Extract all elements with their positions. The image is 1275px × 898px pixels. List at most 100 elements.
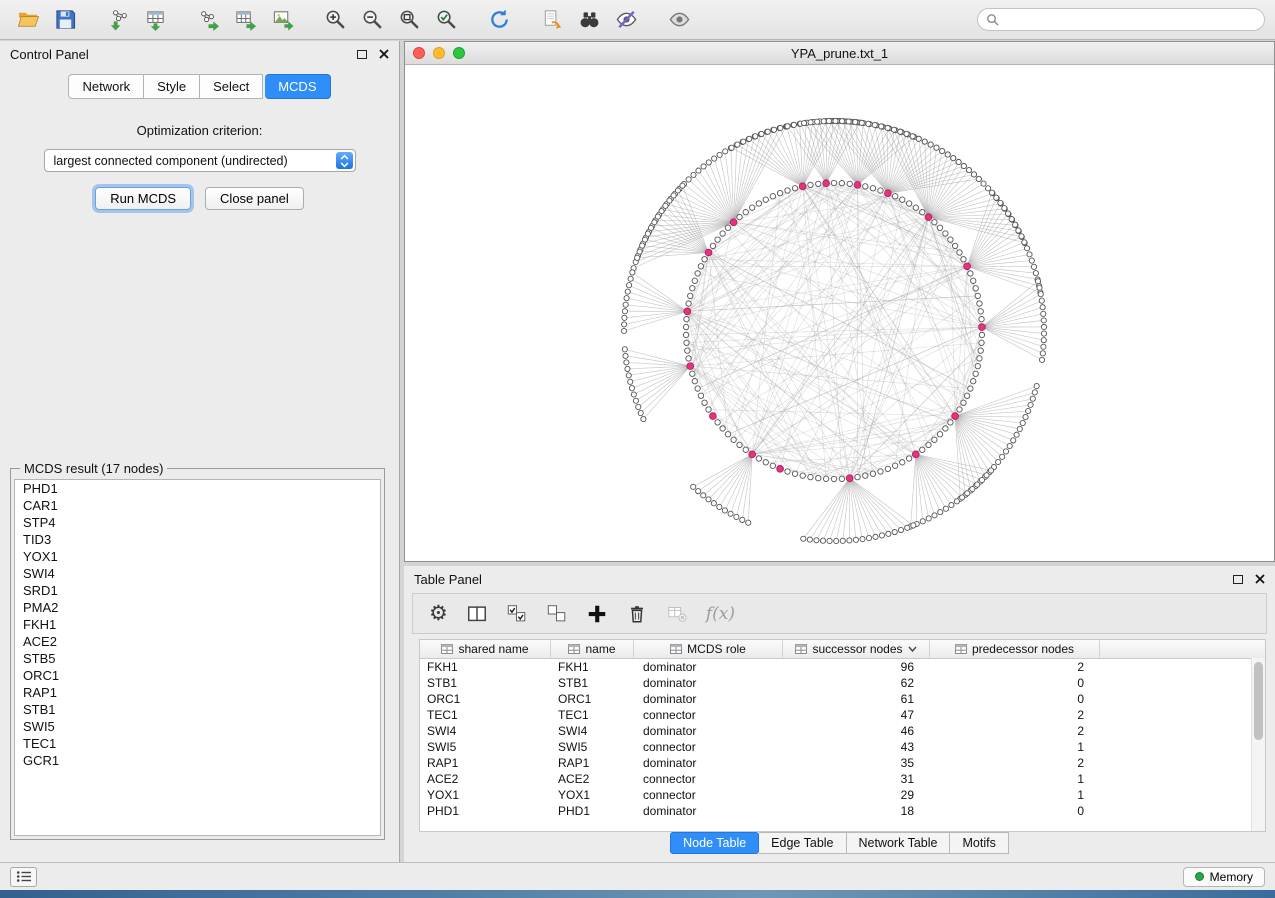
network-node[interactable] [1009, 216, 1014, 221]
network-node[interactable] [792, 186, 797, 191]
network-node[interactable] [831, 476, 836, 481]
network-node[interactable] [961, 400, 966, 405]
network-node[interactable] [683, 332, 688, 337]
network-node[interactable] [1031, 264, 1036, 269]
network-node[interactable] [625, 289, 630, 294]
scrollbar-thumb[interactable] [1254, 662, 1263, 740]
import-table-button[interactable] [137, 4, 174, 36]
mcds-result-item[interactable]: TEC1 [15, 735, 380, 752]
network-node[interactable] [1027, 252, 1032, 257]
network-node[interactable] [943, 231, 948, 236]
network-node[interactable] [698, 393, 703, 398]
export-network-button[interactable] [190, 4, 227, 36]
zoom-in-button[interactable] [317, 4, 354, 36]
network-node[interactable] [1017, 426, 1022, 431]
network-node[interactable] [834, 538, 839, 543]
column-header-predecessor-nodes[interactable]: predecessor nodes [930, 640, 1100, 658]
network-node[interactable] [1005, 211, 1010, 216]
network-node[interactable] [728, 511, 733, 516]
network-node[interactable] [701, 164, 706, 169]
table-row[interactable]: YOX1YOX1connector291 [420, 787, 1265, 803]
network-node[interactable] [808, 182, 813, 187]
network-node[interactable] [1033, 271, 1038, 276]
network-node[interactable] [873, 534, 878, 539]
network-node[interactable] [749, 205, 754, 210]
network-node[interactable] [765, 129, 770, 134]
network-node[interactable] [956, 159, 961, 164]
network-node[interactable] [900, 460, 905, 465]
network-node[interactable] [636, 404, 641, 409]
network-node[interactable] [932, 220, 937, 225]
network-node[interactable] [976, 176, 981, 181]
network-node[interactable] [846, 119, 851, 124]
mcds-result-item[interactable]: ACE2 [15, 633, 380, 650]
network-node[interactable] [696, 168, 701, 173]
network-node[interactable] [913, 205, 918, 210]
network-node[interactable] [951, 156, 956, 161]
network-canvas[interactable] [405, 65, 1274, 562]
network-node[interactable] [957, 407, 962, 412]
dominator-node[interactable] [799, 183, 806, 190]
network-node[interactable] [855, 474, 860, 479]
run-mcds-button[interactable]: Run MCDS [95, 187, 191, 210]
network-node[interactable] [839, 181, 844, 186]
network-node[interactable] [998, 200, 1003, 205]
network-node[interactable] [695, 271, 700, 276]
network-node[interactable] [1000, 454, 1005, 459]
tab-node-table[interactable]: Node Table [670, 832, 759, 854]
network-node[interactable] [622, 315, 627, 320]
network-node[interactable] [1013, 222, 1018, 227]
dominator-node[interactable] [730, 219, 737, 226]
network-node[interactable] [960, 495, 965, 500]
network-node[interactable] [827, 538, 832, 543]
network-node[interactable] [978, 348, 983, 353]
network-node[interactable] [943, 506, 948, 511]
search-field[interactable] [977, 8, 1265, 31]
network-node[interactable] [625, 366, 630, 371]
network-node[interactable] [624, 360, 629, 365]
network-node[interactable] [906, 456, 911, 461]
network-node[interactable] [684, 316, 689, 321]
network-node[interactable] [975, 482, 980, 487]
network-node[interactable] [878, 469, 883, 474]
network-node[interactable] [863, 184, 868, 189]
dominator-node[interactable] [709, 413, 716, 420]
dominator-node[interactable] [749, 451, 756, 458]
network-node[interactable] [965, 491, 970, 496]
network-node[interactable] [878, 188, 883, 193]
network-node[interactable] [628, 379, 633, 384]
network-node[interactable] [968, 386, 973, 391]
mcds-result-item[interactable]: STB1 [15, 701, 380, 718]
mcds-result-item[interactable]: SWI4 [15, 565, 380, 582]
network-node[interactable] [692, 379, 697, 384]
network-node[interactable] [922, 139, 927, 144]
network-node[interactable] [973, 371, 978, 376]
network-node[interactable] [1032, 390, 1037, 395]
network-node[interactable] [741, 139, 746, 144]
network-node[interactable] [934, 145, 939, 150]
zoom-out-button[interactable] [354, 4, 391, 36]
network-node[interactable] [683, 324, 688, 329]
network-node[interactable] [1019, 234, 1024, 239]
network-node[interactable] [648, 225, 653, 230]
network-node[interactable] [623, 353, 628, 358]
dominator-node[interactable] [687, 363, 694, 370]
network-node[interactable] [928, 142, 933, 147]
network-node[interactable] [816, 475, 821, 480]
network-node[interactable] [847, 538, 852, 543]
network-node[interactable] [746, 520, 751, 525]
network-node[interactable] [720, 231, 725, 236]
network-node[interactable] [698, 264, 703, 269]
network-node[interactable] [920, 209, 925, 214]
network-node[interactable] [1026, 408, 1031, 413]
network-node[interactable] [667, 198, 672, 203]
network-node[interactable] [623, 302, 628, 307]
network-node[interactable] [826, 118, 831, 123]
network-node[interactable] [717, 152, 722, 157]
network-node[interactable] [904, 131, 909, 136]
mcds-result-item[interactable]: STP4 [15, 514, 380, 531]
network-node[interactable] [1040, 351, 1045, 356]
criterion-select[interactable]: largest connected component (undirected) [44, 149, 356, 172]
network-node[interactable] [759, 131, 764, 136]
mcds-result-item[interactable]: FKH1 [15, 616, 380, 633]
